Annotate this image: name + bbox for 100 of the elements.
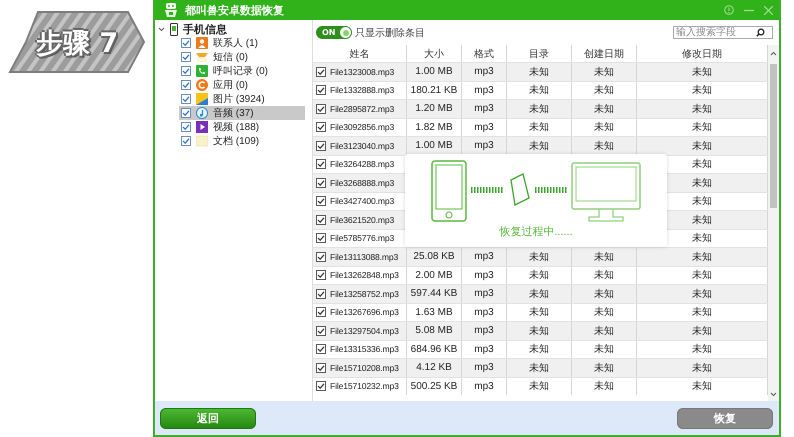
toggle-switch[interactable]: ON — [316, 26, 352, 39]
table-cell: 未知 — [572, 378, 637, 395]
checkbox[interactable] — [316, 159, 326, 170]
file-name: File3427400.mp3 — [330, 196, 394, 206]
filter-label: 只显示删除条目 — [355, 26, 426, 40]
monitor-icon — [571, 162, 641, 222]
phone-icon — [431, 160, 467, 222]
table-cell: 未知 — [507, 322, 572, 340]
search-icon[interactable] — [756, 28, 765, 37]
checkbox[interactable] — [316, 214, 326, 225]
checkbox[interactable] — [181, 52, 191, 62]
file-name: File13113088.mp3 — [330, 252, 398, 262]
table-cell: 500.25 KB — [407, 378, 462, 395]
calls-icon — [196, 65, 208, 77]
table-cell: 5.08 MB — [407, 322, 462, 340]
audio-icon — [196, 107, 208, 119]
checkbox[interactable] — [316, 270, 326, 280]
documents-icon — [196, 135, 208, 147]
checkbox[interactable] — [181, 136, 191, 146]
tree-item[interactable]: 呼叫记录 (0) — [179, 64, 305, 78]
file-name: File15710208.mp3 — [330, 362, 399, 373]
table-cell: 4.12 KB — [407, 359, 462, 376]
tree-item[interactable]: 联系人 (1) — [179, 36, 305, 50]
file-name: File13262848.mp3 — [330, 270, 399, 280]
checkbox[interactable] — [316, 344, 326, 354]
file-name: File3264288.mp3 — [330, 159, 394, 170]
table-cell: 1.20 MB — [407, 100, 462, 118]
file-name: File3123040.mp3 — [330, 140, 394, 151]
checkbox[interactable] — [316, 381, 326, 392]
scrollbar-thumb[interactable] — [770, 64, 777, 208]
file-name: File2895872.mp3 — [330, 104, 394, 114]
table-cell: mp3 — [462, 100, 507, 118]
checkbox[interactable] — [316, 140, 326, 151]
window-title: 都叫兽安卓数据恢复 — [185, 2, 285, 18]
table-cell: 未知 — [507, 248, 572, 266]
table-cell: 未知 — [507, 100, 572, 118]
file-name: File5785776.mp3 — [330, 233, 394, 244]
file-name: File13315336.mp3 — [330, 344, 399, 354]
checkbox[interactable] — [181, 80, 191, 90]
checkbox[interactable] — [316, 233, 326, 244]
checkbox[interactable] — [316, 326, 326, 336]
table-cell: mp3 — [462, 359, 507, 376]
checkbox[interactable] — [316, 85, 326, 96]
file-name: File1332888.mp3 — [330, 85, 394, 96]
table-cell: 未知 — [572, 285, 637, 302]
table-cell: 25.08 KB — [407, 248, 462, 266]
phone-icon — [170, 22, 178, 36]
tree-item[interactable]: 应用 (0) — [179, 78, 305, 92]
table-cell: mp3 — [462, 63, 507, 80]
table-cell: mp3 — [462, 285, 507, 302]
table-cell: 未知 — [507, 285, 572, 302]
progress-message: 恢复过程中...... — [499, 226, 573, 238]
table-cell: 未知 — [572, 359, 637, 376]
file-name: File1323008.mp3 — [330, 66, 394, 77]
tree-item[interactable]: 视频 (188) — [179, 120, 305, 134]
table-cell: 未知 — [572, 248, 637, 266]
table-cell: 未知 — [572, 322, 637, 340]
file-name: File13267696.mp3 — [330, 307, 399, 318]
table-cell: 未知 — [507, 359, 572, 376]
step-label: 步骤 7 — [36, 27, 118, 61]
checkbox[interactable] — [316, 252, 326, 262]
table-cell: 597.44 KB — [407, 285, 462, 302]
file-name: File3621520.mp3 — [330, 214, 394, 225]
checkbox[interactable] — [181, 108, 191, 118]
table-cell: mp3 — [462, 322, 507, 340]
checkbox[interactable] — [181, 122, 191, 132]
tree-item[interactable]: 短信 (0) — [179, 50, 305, 64]
table-cell: mp3 — [462, 248, 507, 266]
photos-icon — [196, 93, 208, 105]
file-name: File3092856.mp3 — [330, 122, 394, 132]
tree-item[interactable]: 文档 (109) — [179, 134, 305, 148]
checkbox[interactable] — [316, 66, 326, 77]
tree-item[interactable]: 音频 (37) — [179, 106, 305, 120]
contacts-icon — [196, 37, 208, 49]
table-cell: 1.00 MB — [407, 63, 462, 80]
table-cell: 未知 — [507, 378, 572, 395]
file-name: File15710232.mp3 — [330, 381, 399, 392]
table-cell: mp3 — [462, 378, 507, 395]
checkbox[interactable] — [316, 122, 326, 132]
video-icon — [196, 121, 208, 133]
checkbox[interactable] — [316, 288, 326, 299]
checkbox[interactable] — [181, 38, 191, 48]
checkbox[interactable] — [316, 362, 326, 373]
checkbox[interactable] — [316, 178, 326, 188]
table-cell: 未知 — [572, 100, 637, 118]
checkbox[interactable] — [316, 196, 326, 206]
checkbox[interactable] — [181, 66, 191, 76]
checkbox[interactable] — [316, 104, 326, 114]
messages-icon — [196, 51, 208, 63]
chevron-down-icon[interactable] — [158, 26, 165, 32]
file-name: File13297504.mp3 — [330, 326, 399, 336]
checkbox[interactable] — [316, 307, 326, 318]
tree-item[interactable]: 图片 (3924) — [179, 92, 305, 106]
file-name: File3268888.mp3 — [330, 178, 394, 188]
apps-icon — [196, 79, 208, 91]
table-cell: 未知 — [572, 63, 637, 80]
checkbox[interactable] — [181, 94, 191, 104]
file-name: File13258752.mp3 — [330, 288, 399, 299]
tree-root-label: 手机信息 — [183, 22, 227, 36]
table-cell: 未知 — [507, 63, 572, 80]
